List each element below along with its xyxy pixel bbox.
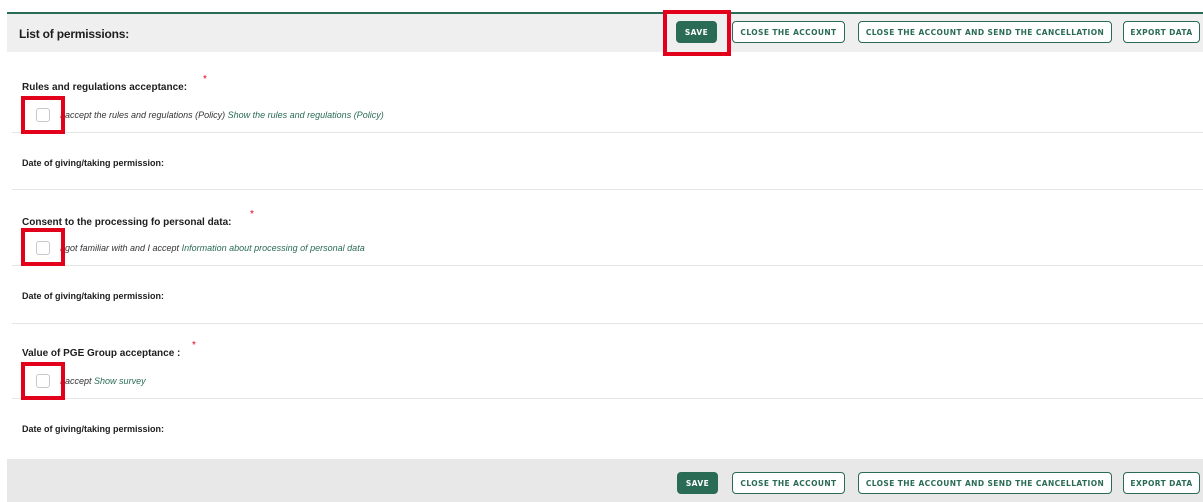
save-button-bottom[interactable]: SAVE	[677, 472, 718, 494]
date-label-personal-data: Date of giving/taking permission:	[22, 291, 165, 301]
rules-acceptance-checkbox[interactable]	[36, 108, 50, 122]
export-data-button-bottom[interactable]: EXPORT DATA	[1123, 472, 1200, 494]
close-account-send-cancellation-button-top[interactable]: CLOSE THE ACCOUNT AND SEND THE CANCELLAT…	[858, 21, 1112, 43]
page-title: List of permissions:	[19, 27, 130, 41]
permission-title-personal-data: Consent to the processing fo personal da…	[22, 217, 232, 228]
close-account-button-top[interactable]: CLOSE THE ACCOUNT	[732, 21, 845, 43]
divider	[12, 132, 1203, 133]
rules-acceptance-text: I accept the rules and regulations (Poli…	[60, 110, 384, 120]
permission-title-rules: Rules and regulations acceptance:	[22, 82, 188, 93]
rules-acceptance-label: I accept the rules and regulations (Poli…	[60, 110, 226, 120]
required-marker: *	[192, 340, 196, 351]
export-data-button-top[interactable]: EXPORT DATA	[1123, 21, 1200, 43]
date-label-pge-values: Date of giving/taking permission:	[22, 424, 165, 434]
close-account-send-cancellation-button-bottom[interactable]: CLOSE THE ACCOUNT AND SEND THE CANCELLAT…	[858, 472, 1112, 494]
personal-data-label: I got familiar with and I accept	[60, 243, 180, 253]
pge-values-text: I accept Show survey	[60, 376, 146, 386]
pge-values-checkbox[interactable]	[36, 374, 50, 388]
required-marker: *	[250, 209, 254, 220]
personal-data-text: I got familiar with and I accept Informa…	[60, 243, 365, 253]
required-marker: *	[203, 74, 207, 85]
show-rules-link[interactable]: Show the rules and regulations (Policy)	[228, 110, 384, 120]
permission-title-pge-values: Value of PGE Group acceptance :	[22, 348, 181, 359]
divider	[12, 265, 1203, 266]
divider	[12, 189, 1203, 190]
divider	[12, 323, 1203, 324]
personal-data-info-link[interactable]: Information about processing of personal…	[182, 243, 365, 253]
pge-values-label: I accept	[60, 376, 92, 386]
divider	[12, 398, 1203, 399]
save-button-top[interactable]: SAVE	[676, 21, 717, 43]
close-account-button-bottom[interactable]: CLOSE THE ACCOUNT	[732, 472, 845, 494]
personal-data-checkbox[interactable]	[36, 241, 50, 255]
show-survey-link[interactable]: Show survey	[94, 376, 146, 386]
date-label-rules: Date of giving/taking permission:	[22, 158, 165, 168]
